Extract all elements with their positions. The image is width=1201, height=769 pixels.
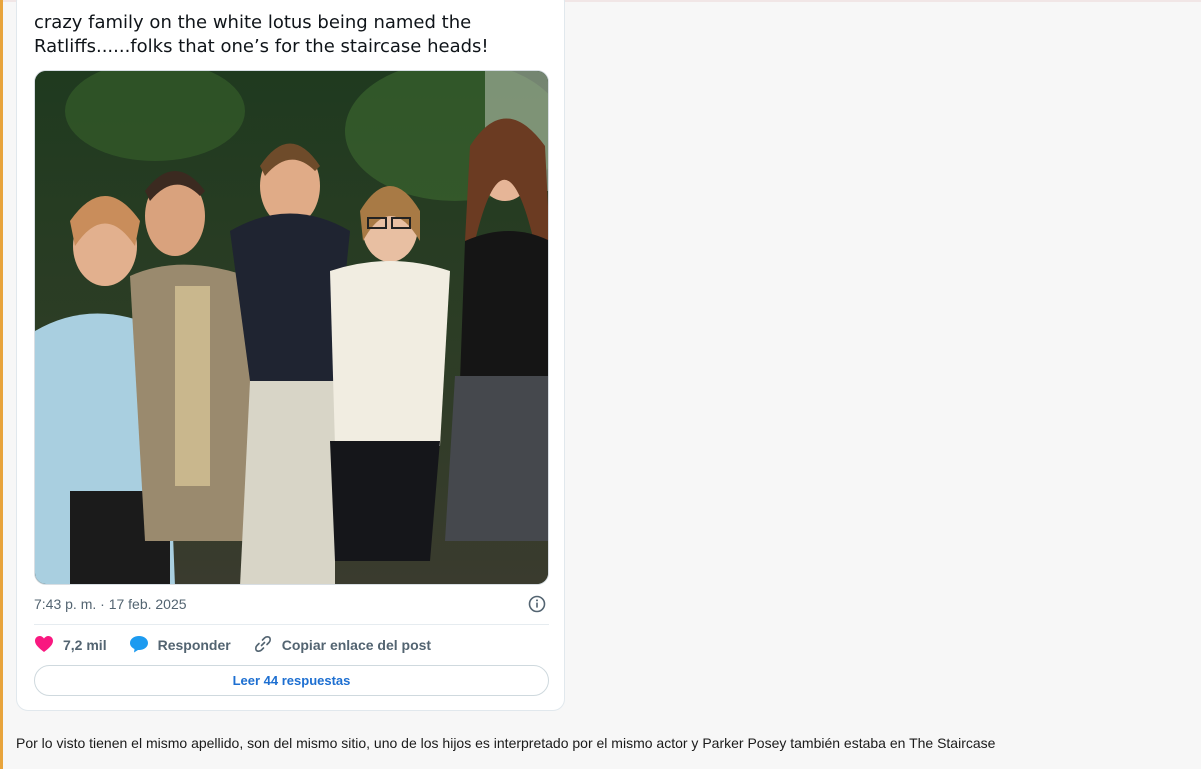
reply-label: Responder	[157, 637, 231, 653]
page: crazy family on the white lotus being na…	[0, 0, 1201, 769]
link-icon	[253, 634, 282, 657]
comment-text: Por lo visto tienen el mismo apellido, s…	[16, 735, 996, 751]
like-count: 7,2 mil	[63, 637, 107, 653]
read-replies-button[interactable]: Leer 44 respuestas	[34, 665, 549, 696]
copy-link-label: Copiar enlace del post	[281, 637, 432, 653]
family-photo-image	[35, 71, 548, 584]
copy-link-button[interactable]: Copiar enlace del post	[253, 634, 431, 657]
tweet-photo[interactable]	[34, 70, 549, 585]
tweet-text: crazy family on the white lotus being na…	[34, 12, 489, 57]
info-icon[interactable]	[528, 595, 546, 613]
quote-accent-bar	[0, 0, 3, 769]
reply-button[interactable]: Responder	[129, 635, 231, 656]
tweet-timestamp[interactable]: 7:43 p. m. · 17 feb. 2025	[34, 596, 187, 612]
speech-bubble-icon	[129, 635, 158, 656]
like-button[interactable]: 7,2 mil	[34, 635, 107, 656]
embedded-tweet-card: crazy family on the white lotus being na…	[16, 0, 565, 711]
heart-icon	[34, 635, 63, 656]
divider	[34, 624, 549, 625]
tweet-actions: 7,2 mil Responder Copiar enlace del post	[34, 634, 453, 656]
